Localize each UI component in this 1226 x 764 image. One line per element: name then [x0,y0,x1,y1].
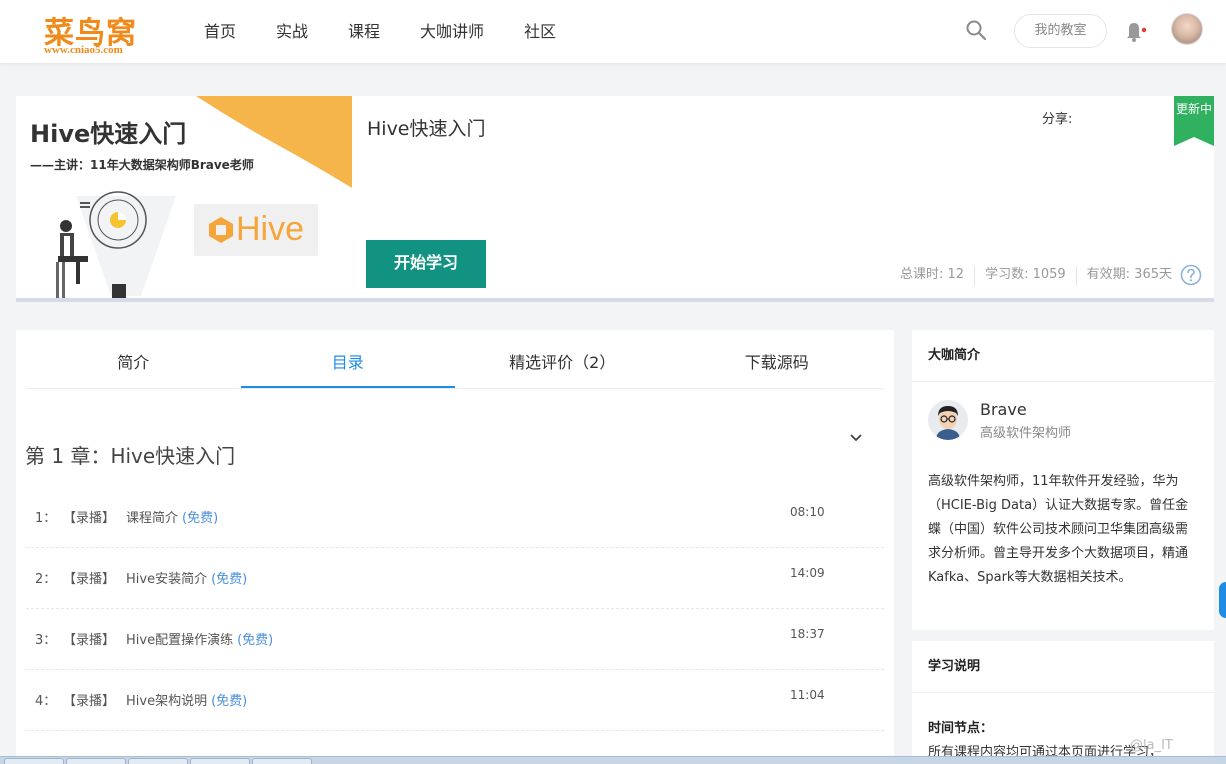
logo-url-text: www.cniao5.com [44,44,123,56]
lesson-number: 1： [35,511,57,526]
teacher-title: 高级软件架构师 [980,426,1072,441]
course-stats: 总课时: 12 学习数: 1059 有效期: 365天 [890,266,1182,286]
taskbar-app-button[interactable] [190,758,250,764]
chapter-title: 第 1 章：Hive快速入门 [25,444,236,468]
lesson-name: 课程简介 (免费) [126,507,218,526]
nav-teachers[interactable]: 大咖讲师 [406,0,498,63]
cover-title: Hive快速入门 [30,120,187,148]
lesson-name: Hive配置操作演练 (免费) [126,629,273,648]
lesson-row[interactable]: 2： 【录播】 Hive安装简介 (免费) 14:09 [26,548,884,609]
nav-home[interactable]: 首页 [190,0,250,63]
teacher-card: 大咖简介 Brave 高级软件架构师 高级软件架构师，11年软件开发经验，华为（… [912,330,1214,630]
free-tag: (免费) [182,511,219,526]
lesson-duration: 14:09 [790,566,825,580]
watermark-text: @la_IT [1130,738,1173,753]
study-notes-heading: 学习说明 [912,641,1214,693]
study-time-label: 时间节点： [928,721,994,736]
search-icon[interactable] [964,18,988,42]
stat-learners: 学习数: 1059 [975,266,1077,286]
share-label: 分享: [1042,112,1073,127]
hive-logo: Hive [194,204,318,256]
lesson-title: Hive配置操作演练 [126,633,234,648]
taskbar-app-button[interactable] [4,758,64,764]
nav-community[interactable]: 社区 [510,0,570,63]
taskbar-app-button[interactable] [252,758,312,764]
updating-badge: 更新中 [1174,96,1214,146]
course-banner: Hive快速入门 ——主讲：11年大数据架构师Brave老师 Hive Hive… [16,96,1214,302]
lesson-duration: 08:10 [790,505,825,519]
cover-subtitle: ——主讲：11年大数据架构师Brave老师 [30,158,254,172]
lesson-number: 4： [35,694,57,709]
main-nav: 首页 实战 课程 大咖讲师 社区 [190,0,582,63]
teacher-avatar-illustration [936,406,960,440]
lesson-name: Hive安装简介 (免费) [126,568,247,587]
my-classroom-button[interactable]: 我的教室 [1014,14,1107,48]
top-header: 菜鸟窝 www.cniao5.com 首页 实战 课程 大咖讲师 社区 我的教室 [0,0,1226,63]
taskbar-app-button[interactable] [128,758,188,764]
lesson-title: Hive安装简介 [126,572,208,587]
lesson-type: 【录播】 [63,572,116,587]
lesson-duration: 18:37 [790,627,825,641]
tab-intro[interactable]: 简介 [26,330,241,389]
lesson-name: Hive架构说明 (免费) [126,690,247,709]
tab-reviews[interactable]: 精选评价（2） [455,330,670,389]
lesson-title: Hive架构说明 [126,694,208,709]
lesson-duration: 11:04 [790,688,825,702]
lesson-row[interactable]: 1： 【录播】 课程简介 (免费) 08:10 [26,487,884,548]
bell-icon[interactable] [1122,18,1148,44]
free-tag: (免费) [211,694,248,709]
lesson-number: 2： [35,572,57,587]
stat-lessons: 总课时: 12 [890,266,976,286]
teacher-bio: 高级软件架构师，11年软件开发经验，华为（HCIE-Big Data）认证大数据… [928,474,1189,585]
lesson-type: 【录播】 [63,511,116,526]
course-cover-image: Hive快速入门 ——主讲：11年大数据架构师Brave老师 Hive [16,96,352,298]
lesson-type: 【录播】 [63,633,116,648]
user-avatar[interactable] [1171,13,1203,45]
teacher-card-heading: 大咖简介 [912,330,1214,382]
lesson-number: 3： [35,633,57,648]
teacher-avatar[interactable] [928,400,968,440]
taskbar-app-button[interactable] [66,758,126,764]
stat-validity: 有效期: 365天 [1086,267,1172,282]
chevron-down-icon[interactable] [848,430,864,446]
free-tag: (免费) [237,633,274,648]
lesson-title: 课程简介 [126,511,179,526]
tab-catalog[interactable]: 目录 [240,330,455,388]
lesson-row[interactable]: 4： 【录播】 Hive架构说明 (免费) 11:04 [26,670,884,731]
lesson-type: 【录播】 [63,694,116,709]
course-content-panel: 简介 目录 精选评价（2） 下载源码 第 1 章：Hive快速入门 1： 【录播… [16,330,894,764]
course-title: Hive快速入门 [367,118,486,140]
site-logo[interactable]: 菜鸟窝 www.cniao5.com [40,8,155,60]
help-icon[interactable] [1180,264,1202,286]
floating-side-button[interactable] [1219,582,1226,618]
nav-practice[interactable]: 实战 [262,0,322,63]
os-taskbar [0,756,1226,764]
course-tabs: 简介 目录 精选评价（2） 下载源码 [26,330,884,389]
start-learning-button[interactable]: 开始学习 [366,240,486,288]
hive-logo-text: Hive [236,210,305,248]
free-tag: (免费) [211,572,248,587]
teacher-name[interactable]: Brave [980,400,1027,419]
lesson-row[interactable]: 3： 【录播】 Hive配置操作演练 (免费) 18:37 [26,609,884,670]
nav-courses[interactable]: 课程 [334,0,394,63]
hive-hexagon-icon [209,217,233,243]
tab-download-source[interactable]: 下载源码 [670,330,885,389]
